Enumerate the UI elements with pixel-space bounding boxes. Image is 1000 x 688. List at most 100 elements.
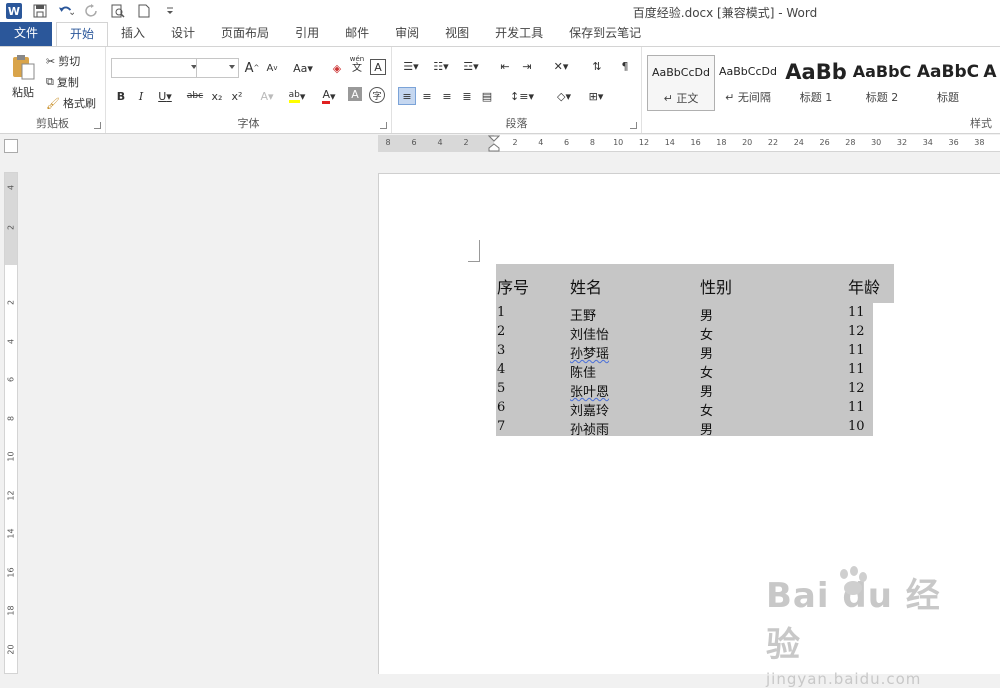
copy-button[interactable]: ⧉ 复制 [46,74,79,90]
strikethrough-button[interactable]: abc [184,87,206,105]
table-cell[interactable]: 女 [700,324,713,343]
font-family-combo[interactable] [111,58,201,78]
table-cell[interactable]: 5 [497,381,505,396]
chinese-layout-button[interactable]: ✕ ▾ [548,57,574,75]
horizontal-ruler[interactable]: 8 6 4 2 2 4 6 8 10 12 14 16 18 20 22 24 26 28 30 32 34 36 38 [378,135,1000,152]
table-cell[interactable]: 10 [848,419,865,434]
table-cell[interactable]: 7 [497,419,505,434]
tab-page-layout[interactable]: 页面布局 [208,22,282,46]
table-cell[interactable]: 12 [848,324,865,339]
sort-button[interactable]: ⇅ [588,57,606,75]
table-cell[interactable]: 孙祯雨 [570,419,609,438]
numbering-button[interactable]: ☷ ▾ [428,57,454,75]
style-heading-1[interactable]: AaBb 标题 1 [782,55,850,111]
style-more[interactable]: A [980,55,1000,111]
clipboard-launcher-icon[interactable] [94,122,101,129]
tab-review[interactable]: 审阅 [382,22,432,46]
data-table[interactable]: 序号 姓名 性别 年龄 1 王野男 11 2 刘佳怡女 12 3 孙梦瑶男 11 4 陈佳女 11 5 张… [496,264,894,438]
tab-insert[interactable]: 插入 [108,22,158,46]
align-right-button[interactable]: ≡ [438,87,456,105]
bold-button[interactable]: B [112,87,130,105]
tab-references[interactable]: 引用 [282,22,332,46]
distributed-button[interactable]: ▤ [478,87,496,105]
table-body[interactable]: 1 王野男 11 2 刘佳怡女 12 3 孙梦瑶男 11 4 陈佳女 11 5 张叶恩男 12 6 刘嘉玲女 11… [496,303,873,438]
table-header-row[interactable]: 序号 姓名 性别 年龄 [496,264,894,303]
header-cell[interactable]: 性别 [700,274,732,298]
header-cell[interactable]: 年龄 [848,274,880,298]
table-cell[interactable]: 王野 [570,305,596,324]
table-cell[interactable]: 孙梦瑶 [570,343,609,362]
table-cell[interactable]: 男 [700,305,713,324]
increase-indent-button[interactable]: ⇥ [518,57,536,75]
align-left-button[interactable]: ≡ [398,87,416,105]
table-cell[interactable]: 陈佳 [570,362,596,381]
table-cell[interactable]: 2 [497,324,505,339]
multilevel-list-button[interactable]: ☲ ▾ [458,57,484,75]
header-cell[interactable]: 姓名 [570,274,602,298]
character-border-button[interactable]: A [370,59,386,75]
table-cell[interactable]: 女 [700,400,713,419]
enclose-characters-button[interactable]: 字 [369,87,385,103]
tab-design[interactable]: 设计 [158,22,208,46]
font-size-combo[interactable] [196,58,239,78]
shrink-font-button[interactable]: Av [263,59,281,77]
table-cell[interactable]: 女 [700,362,713,381]
borders-button[interactable]: ⊞ ▾ [582,87,610,105]
decrease-indent-button[interactable]: ⇤ [496,57,514,75]
table-cell[interactable]: 男 [700,419,713,438]
line-spacing-button[interactable]: ↕≡ ▾ [508,87,536,105]
table-cell[interactable]: 6 [497,400,505,415]
table-cell[interactable]: 4 [497,362,505,377]
table-cell[interactable]: 1 [497,305,505,320]
header-cell[interactable]: 序号 [497,274,529,298]
tab-mailings[interactable]: 邮件 [332,22,382,46]
style-heading-2[interactable]: AaBbC 标题 2 [848,55,916,111]
show-hide-marks-button[interactable]: ¶ [616,57,634,75]
change-case-button[interactable]: Aa ▾ [289,59,317,77]
tab-home[interactable]: 开始 [56,22,109,47]
shading-button[interactable]: ◇ ▾ [550,87,578,105]
table-cell[interactable]: 3 [497,343,505,358]
highlight-button[interactable]: ab ▾ [284,87,310,105]
font-color-button[interactable]: A ▾ [316,87,342,105]
character-shading-button[interactable]: A [348,87,362,101]
phonetic-guide-button[interactable]: wén 文 [348,55,366,74]
tab-developer[interactable]: 开发工具 [482,22,556,46]
paragraph-launcher-icon[interactable] [630,122,637,129]
table-cell[interactable]: 12 [848,381,865,396]
grow-font-button[interactable]: A ^ [243,59,261,77]
subscript-button[interactable]: x₂ [208,87,226,105]
text-effects-button[interactable]: A ▾ [254,87,280,105]
table-cell[interactable]: 刘嘉玲 [570,400,609,419]
clear-formatting-icon[interactable]: ◈ [328,59,346,77]
superscript-button[interactable]: x² [228,87,246,105]
table-cell[interactable]: 男 [700,381,713,400]
font-launcher-icon[interactable] [380,122,387,129]
style-title[interactable]: AaBbC 标题 [914,55,982,111]
table-cell[interactable]: 11 [848,343,865,358]
tab-selector[interactable] [4,139,18,153]
bullets-button[interactable]: ☰ ▾ [398,57,424,75]
table-cell[interactable]: 11 [848,400,865,415]
tab-file[interactable]: 文件 [0,22,52,46]
paste-button[interactable]: 粘贴 [6,53,40,100]
bold-icon: B [116,89,126,103]
format-painter-button[interactable]: 🖌 格式刷 [46,95,96,111]
style-no-spacing[interactable]: AaBbCcDd ↵ 无间隔 [714,55,782,111]
vertical-ruler[interactable]: 4 2 2 4 6 8 10 12 14 16 18 20 [4,172,18,674]
underline-button[interactable]: U ▾ [152,87,178,105]
table-cell[interactable]: 11 [848,305,865,320]
table-cell[interactable]: 张叶恩 [570,381,609,400]
table-cell[interactable]: 11 [848,362,865,377]
tab-view[interactable]: 视图 [432,22,482,46]
document-page[interactable]: 序号 姓名 性别 年龄 1 王野男 11 2 刘佳怡女 12 3 孙梦瑶男 11 4 陈佳女 11 5 张… [378,173,1000,688]
cut-button[interactable]: ✂ 剪切 [46,53,80,69]
style-normal[interactable]: AaBbCcDd ↵ 正文 [647,55,715,111]
align-center-button[interactable]: ≡ [418,87,436,105]
table-cell[interactable]: 刘佳怡 [570,324,609,343]
justify-button[interactable]: ≣ [458,87,476,105]
tab-save-to-cloud-note[interactable]: 保存到云笔记 [556,22,654,46]
indent-marker-icon[interactable] [488,135,500,152]
table-cell[interactable]: 男 [700,343,713,362]
italic-button[interactable]: I [132,87,150,105]
